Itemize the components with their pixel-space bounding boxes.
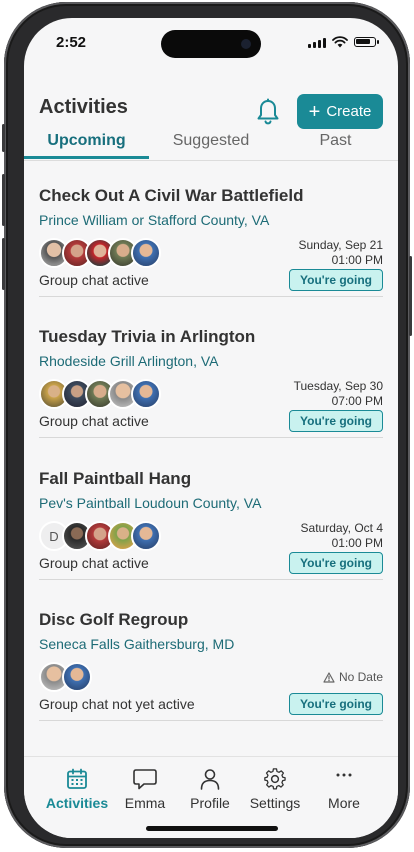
ellipsis-icon bbox=[336, 773, 352, 777]
activity-title: Check Out A Civil War Battlefield bbox=[39, 186, 304, 205]
activity-card[interactable]: Fall Paintball Hang Pev's Paintball Loud… bbox=[39, 455, 383, 580]
activity-location: Seneca Falls Gaithersburg, MD bbox=[39, 636, 235, 652]
activity-location: Rhodeside Grill Arlington, VA bbox=[39, 353, 219, 369]
status-time: 2:52 bbox=[56, 34, 87, 51]
avatar bbox=[131, 521, 161, 551]
activity-title: Tuesday Trivia in Arlington bbox=[39, 327, 256, 346]
activity-card[interactable]: Tuesday Trivia in Arlington Rhodeside Gr… bbox=[39, 313, 383, 438]
bottom-tab-bar: Activities Emma Profile Settings More bbox=[24, 756, 398, 838]
tabbar-label: Profile bbox=[190, 795, 230, 811]
activity-date: Tuesday, Sep 30 bbox=[293, 379, 383, 393]
volume-up-button bbox=[2, 174, 5, 226]
activity-date: No Date bbox=[338, 670, 383, 684]
create-button[interactable]: + Create bbox=[297, 94, 383, 129]
warning-icon bbox=[323, 671, 335, 683]
activity-card[interactable]: Disc Golf Regroup Seneca Falls Gaithersb… bbox=[39, 596, 383, 721]
activity-location: Prince William or Stafford County, VA bbox=[39, 212, 270, 228]
bell-icon[interactable] bbox=[255, 98, 281, 126]
volume-down-button bbox=[2, 238, 5, 290]
gear-icon bbox=[264, 768, 286, 790]
activity-card[interactable]: Check Out A Civil War Battlefield Prince… bbox=[39, 172, 383, 297]
tabbar-label: More bbox=[328, 795, 360, 811]
avatar bbox=[131, 238, 161, 268]
home-indicator[interactable] bbox=[146, 826, 278, 831]
group-chat-status: Group chat active bbox=[39, 413, 149, 429]
attendee-avatars[interactable] bbox=[39, 379, 161, 409]
attendee-avatars[interactable] bbox=[39, 662, 92, 692]
attendee-avatars[interactable]: D bbox=[39, 521, 161, 551]
tabbar-item-emma[interactable]: Emma bbox=[110, 765, 180, 811]
power-button bbox=[409, 256, 412, 336]
activity-location: Pev's Paintball Loudoun County, VA bbox=[39, 495, 262, 511]
tab-suggested[interactable]: Suggested bbox=[149, 132, 273, 150]
tabbar-item-more[interactable]: More bbox=[309, 765, 379, 811]
system-icons bbox=[308, 36, 379, 48]
chat-bubble-icon bbox=[133, 769, 157, 790]
app-header: Activities + Create bbox=[24, 74, 398, 130]
tabbar-item-profile[interactable]: Profile bbox=[175, 765, 245, 811]
activity-date: Saturday, Oct 4 bbox=[300, 521, 383, 535]
group-chat-status: Group chat not yet active bbox=[39, 696, 195, 712]
page-title: Activities bbox=[39, 96, 128, 118]
tabbar-label: Activities bbox=[45, 795, 109, 811]
group-chat-status: Group chat active bbox=[39, 272, 149, 288]
dynamic-island bbox=[161, 30, 261, 58]
status-bar: 2:52 bbox=[24, 18, 398, 68]
tab-upcoming[interactable]: Upcoming bbox=[24, 132, 149, 150]
phone-frame: 2:52 Activities + Create Upcoming Sugges… bbox=[2, 2, 412, 848]
activity-title: Disc Golf Regroup bbox=[39, 610, 189, 629]
action-button bbox=[2, 124, 5, 152]
wifi-icon bbox=[332, 36, 348, 48]
activity-datetime: Sunday, Sep 21 01:00 PM bbox=[298, 238, 383, 268]
cellular-signal-icon bbox=[308, 37, 326, 48]
screen: 2:52 Activities + Create Upcoming Sugges… bbox=[24, 18, 398, 838]
battery-icon bbox=[354, 37, 379, 47]
attendee-avatars[interactable] bbox=[39, 238, 161, 268]
tabbar-label: Emma bbox=[124, 795, 166, 811]
person-icon bbox=[200, 769, 220, 790]
activity-tabs: Upcoming Suggested Past bbox=[24, 126, 398, 161]
activity-date: Sunday, Sep 21 bbox=[298, 238, 383, 252]
rsvp-badge[interactable]: You're going bbox=[289, 693, 383, 715]
camera-icon bbox=[241, 39, 251, 49]
create-button-label: Create bbox=[326, 103, 372, 120]
activity-time: 01:00 PM bbox=[331, 536, 383, 550]
avatar bbox=[62, 662, 92, 692]
rsvp-badge[interactable]: You're going bbox=[289, 269, 383, 291]
activity-title: Fall Paintball Hang bbox=[39, 469, 192, 488]
tabbar-item-settings[interactable]: Settings bbox=[240, 765, 310, 811]
rsvp-badge[interactable]: You're going bbox=[289, 552, 383, 574]
rsvp-badge[interactable]: You're going bbox=[289, 410, 383, 432]
tabbar-item-activities[interactable]: Activities bbox=[42, 765, 112, 811]
tabbar-label: Settings bbox=[249, 795, 301, 811]
no-date-indicator: No Date bbox=[323, 670, 383, 684]
active-tab-indicator bbox=[24, 156, 149, 159]
group-chat-status: Group chat active bbox=[39, 555, 149, 571]
tab-past[interactable]: Past bbox=[273, 132, 398, 150]
plus-icon: + bbox=[308, 100, 321, 123]
activity-time: 01:00 PM bbox=[331, 253, 383, 267]
activity-time: 07:00 PM bbox=[331, 394, 383, 408]
activity-datetime: Tuesday, Sep 30 07:00 PM bbox=[294, 379, 383, 409]
avatar bbox=[131, 379, 161, 409]
activity-datetime: Saturday, Oct 4 01:00 PM bbox=[301, 521, 383, 551]
calendar-icon bbox=[67, 768, 87, 789]
